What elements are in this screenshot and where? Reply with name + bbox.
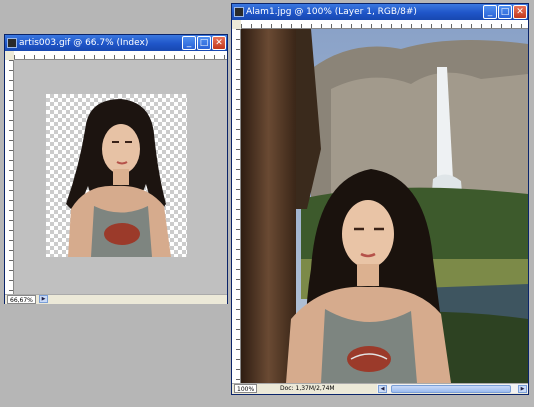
scrollbar-thumb[interactable] — [391, 385, 511, 393]
chevron-right-icon: ▶ — [520, 386, 525, 392]
horizontal-scrollbar[interactable]: ◀ ▶ — [377, 383, 528, 393]
photo-canvas[interactable] — [241, 29, 528, 383]
photoshop-doc-icon — [7, 38, 17, 48]
maximize-button[interactable]: □ — [498, 5, 512, 19]
chevron-left-icon: ◀ — [380, 386, 385, 392]
document-window-artis003[interactable]: artis003.gif @ 66.7% (Index) _ □ ✕ 66,67… — [4, 34, 228, 304]
close-icon: ✕ — [516, 7, 524, 17]
minimize-icon: _ — [186, 38, 192, 48]
maximize-button[interactable]: □ — [197, 36, 211, 50]
photoshop-doc-icon — [234, 7, 244, 17]
zoom-field[interactable]: 66,67% — [7, 295, 36, 304]
status-menu-arrow[interactable]: ▶ — [39, 295, 48, 303]
horizontal-ruler[interactable] — [241, 20, 528, 29]
horizontal-ruler[interactable] — [14, 51, 227, 60]
minimize-button[interactable]: _ — [182, 36, 196, 50]
transparent-canvas[interactable] — [46, 94, 187, 257]
canvas-area[interactable] — [14, 60, 227, 294]
close-button[interactable]: ✕ — [513, 5, 527, 19]
minimize-button[interactable]: _ — [483, 5, 497, 19]
maximize-icon: □ — [199, 38, 209, 48]
scroll-left-button[interactable]: ◀ — [378, 385, 387, 393]
status-bar: 66,67% ▶ — [5, 294, 227, 304]
zoom-field[interactable]: 100% — [234, 384, 258, 393]
scroll-right-button[interactable]: ▶ — [518, 385, 527, 393]
title-bar[interactable]: artis003.gif @ 66.7% (Index) _ □ ✕ — [5, 35, 227, 51]
close-button[interactable]: ✕ — [212, 36, 226, 50]
window-title: artis003.gif @ 66.7% (Index) — [19, 38, 149, 48]
document-size-info: Doc: 1,37M/2,74M — [280, 385, 335, 392]
maximize-icon: □ — [500, 7, 510, 17]
landscape-composite-photo — [241, 29, 528, 383]
title-bar[interactable]: Alam1.jpg @ 100% (Layer 1, RGB/8#) _ □ ✕ — [232, 4, 528, 20]
minimize-icon: _ — [487, 7, 493, 17]
vertical-ruler[interactable] — [5, 60, 14, 294]
close-icon: ✕ — [215, 38, 223, 48]
window-title: Alam1.jpg @ 100% (Layer 1, RGB/8#) — [246, 7, 417, 17]
chevron-right-icon: ▶ — [41, 296, 46, 302]
vertical-ruler[interactable] — [232, 29, 241, 383]
status-bar: 100% Doc: 1,37M/2,74M ◀ ▶ — [232, 383, 528, 393]
document-window-alam1[interactable]: Alam1.jpg @ 100% (Layer 1, RGB/8#) _ □ ✕ — [231, 3, 529, 395]
cutout-portrait — [66, 99, 171, 257]
